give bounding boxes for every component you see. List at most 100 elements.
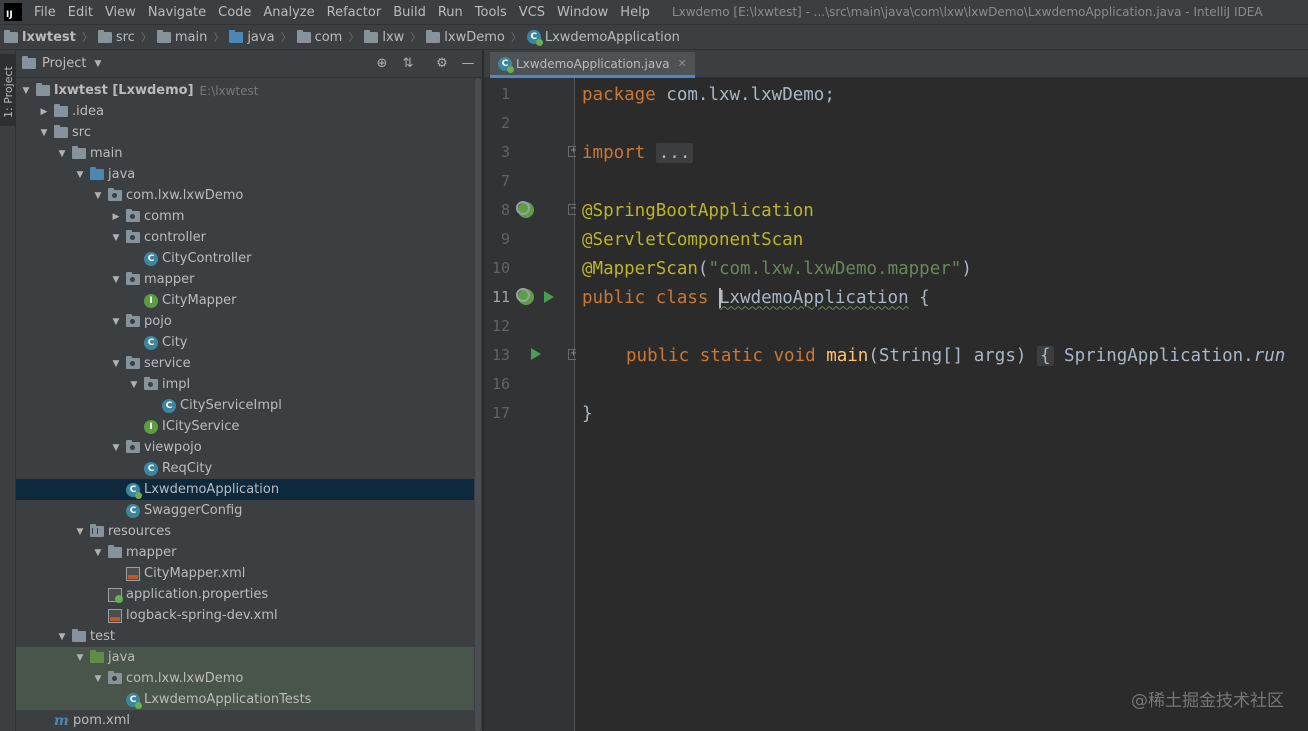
tree-node-citymapper[interactable]: I CityMapper bbox=[16, 290, 482, 311]
expand-arrow-icon[interactable]: ▼ bbox=[110, 359, 122, 369]
collapsed-arrow-icon[interactable]: ▶ bbox=[110, 212, 122, 222]
menu-navigate[interactable]: Navigate bbox=[142, 5, 212, 20]
tree-node-logback-xml[interactable]: logback-spring-dev.xml bbox=[16, 605, 482, 626]
locate-file-icon[interactable]: ⊕ bbox=[374, 55, 390, 71]
menu-vcs[interactable]: VCS bbox=[513, 5, 551, 20]
tree-node-test[interactable]: ▼ test bbox=[16, 626, 482, 647]
breadcrumb-item-lxwtest[interactable]: lxwtest bbox=[4, 29, 76, 45]
line-number: 13 bbox=[491, 346, 510, 364]
breadcrumb-item-main[interactable]: main bbox=[156, 29, 208, 45]
tree-node-resources-mapper[interactable]: ▼ mapper bbox=[16, 542, 482, 563]
menu-view[interactable]: View bbox=[99, 5, 142, 20]
folder-icon bbox=[54, 125, 68, 138]
spring-bean-icon[interactable] bbox=[516, 201, 534, 218]
expand-arrow-icon[interactable]: ▼ bbox=[38, 128, 50, 138]
tree-node-idea[interactable]: ▶ .idea bbox=[16, 101, 482, 122]
breadcrumb-item-lxwdemo[interactable]: lxwDemo bbox=[426, 29, 505, 45]
expand-arrow-icon[interactable]: ▼ bbox=[74, 527, 86, 537]
menu-edit[interactable]: Edit bbox=[62, 5, 99, 20]
project-tool-tab[interactable]: 1: Project bbox=[0, 54, 16, 126]
tree-node-citymapper-xml[interactable]: CityMapper.xml bbox=[16, 563, 482, 584]
expand-arrow-icon[interactable]: ▼ bbox=[56, 149, 68, 159]
tree-label: mapper bbox=[126, 545, 177, 560]
code-text: } bbox=[582, 403, 593, 424]
expand-arrow-icon[interactable]: ▼ bbox=[92, 548, 104, 558]
editor-tab-lxwdemoapplication[interactable]: C LxwdemoApplication.java ✕ bbox=[490, 52, 695, 78]
menu-analyze[interactable]: Analyze bbox=[257, 5, 320, 20]
expand-arrow-icon[interactable]: ▼ bbox=[74, 653, 86, 663]
menu-build[interactable]: Build bbox=[387, 5, 432, 20]
code-editor[interactable]: package com.lxw.lxwDemo; import ... @Spr… bbox=[576, 78, 1308, 731]
gear-icon[interactable]: ⚙ bbox=[434, 55, 450, 71]
expand-arrow-icon[interactable]: ▼ bbox=[56, 632, 68, 642]
tree-node-lxwdemoapplication[interactable]: C LxwdemoApplication bbox=[16, 479, 482, 500]
tree-node-icityservice[interactable]: I ICityService bbox=[16, 416, 482, 437]
scrollbar-thumb[interactable] bbox=[475, 78, 481, 731]
tree-node-pojo[interactable]: ▼ pojo bbox=[16, 311, 482, 332]
spring-bean-icon[interactable] bbox=[516, 288, 534, 305]
line-number: 12 bbox=[491, 317, 510, 335]
breadcrumb-item-lxwdemoapplication[interactable]: C LxwdemoApplication bbox=[526, 30, 680, 46]
expand-arrow-icon[interactable]: ▼ bbox=[128, 380, 140, 390]
expand-arrow-icon[interactable]: ▼ bbox=[20, 86, 32, 96]
tree-node-viewpojo[interactable]: ▼ viewpojo bbox=[16, 437, 482, 458]
tree-node-controller[interactable]: ▼ controller bbox=[16, 227, 482, 248]
tree-node-resources[interactable]: ▼ resources bbox=[16, 521, 482, 542]
tree-node-citycontroller[interactable]: C CityController bbox=[16, 248, 482, 269]
menu-refactor[interactable]: Refactor bbox=[321, 5, 388, 20]
expand-arrow-icon[interactable]: ▼ bbox=[110, 275, 122, 285]
expand-arrow-icon[interactable]: ▼ bbox=[110, 443, 122, 453]
menu-window[interactable]: Window bbox=[551, 5, 614, 20]
breadcrumb-label: main bbox=[174, 29, 208, 45]
tree-node-lxwdemoapplicationtests[interactable]: C LxwdemoApplicationTests bbox=[16, 689, 482, 710]
tree-node-comm[interactable]: ▶ comm bbox=[16, 206, 482, 227]
breadcrumb-item-com[interactable]: com bbox=[296, 29, 342, 45]
tree-node-reqcity[interactable]: C ReqCity bbox=[16, 458, 482, 479]
project-tree-scrollbar[interactable] bbox=[474, 78, 482, 731]
menu-run[interactable]: Run bbox=[432, 5, 469, 20]
tree-node-cityserviceimpl[interactable]: C CityServiceImpl bbox=[16, 395, 482, 416]
project-view-selector[interactable]: Project ▼ bbox=[22, 56, 101, 71]
chevron-right-icon: 〉 bbox=[140, 31, 152, 44]
tree-node-pom-xml[interactable]: m pom.xml bbox=[16, 710, 482, 731]
collapsed-arrow-icon[interactable]: ▶ bbox=[38, 107, 50, 117]
tree-node-application-properties[interactable]: application.properties bbox=[16, 584, 482, 605]
tree-node-impl[interactable]: ▼ impl bbox=[16, 374, 482, 395]
tree-node-src[interactable]: ▼ src bbox=[16, 122, 482, 143]
tree-node-service[interactable]: ▼ service bbox=[16, 353, 482, 374]
expand-arrow-icon[interactable]: ▼ bbox=[74, 170, 86, 180]
breadcrumb-item-lxw[interactable]: lxw bbox=[364, 29, 404, 45]
package-icon bbox=[126, 314, 140, 327]
folded-region[interactable]: ... bbox=[655, 142, 694, 163]
tree-node-lxwtest[interactable]: ▼ lxwtest [Lxwdemo] E:\lxwtest bbox=[16, 80, 482, 101]
expand-arrow-icon[interactable]: ▼ bbox=[110, 233, 122, 243]
collapse-all-icon[interactable]: ⇅ bbox=[400, 55, 416, 71]
minimize-icon[interactable]: — bbox=[460, 55, 476, 71]
class-icon: C bbox=[144, 461, 158, 476]
expand-arrow-icon[interactable]: ▼ bbox=[92, 674, 104, 684]
tree-label: logback-spring-dev.xml bbox=[126, 608, 278, 623]
tree-node-test-package[interactable]: ▼ com.lxw.lxwDemo bbox=[16, 668, 482, 689]
keyword: public static void bbox=[626, 345, 816, 366]
menu-code[interactable]: Code bbox=[212, 5, 257, 20]
run-gutter-icon[interactable] bbox=[544, 291, 554, 303]
menu-file[interactable]: File bbox=[28, 5, 62, 20]
tree-node-main[interactable]: ▼ main bbox=[16, 143, 482, 164]
breadcrumb-item-java[interactable]: java bbox=[229, 29, 275, 45]
tree-node-java[interactable]: ▼ java bbox=[16, 164, 482, 185]
close-icon[interactable]: ✕ bbox=[678, 57, 687, 70]
code-line-3: import ... bbox=[582, 138, 694, 167]
menu-tools[interactable]: Tools bbox=[469, 5, 513, 20]
breadcrumb-item-src[interactable]: src bbox=[97, 29, 135, 45]
tree-label: impl bbox=[162, 377, 191, 392]
tree-node-mapper[interactable]: ▼ mapper bbox=[16, 269, 482, 290]
tree-node-package-lxwdemo[interactable]: ▼ com.lxw.lxwDemo bbox=[16, 185, 482, 206]
menu-help[interactable]: Help bbox=[614, 5, 656, 20]
run-gutter-icon[interactable] bbox=[531, 348, 541, 360]
expand-arrow-icon[interactable]: ▼ bbox=[110, 317, 122, 327]
folded-region[interactable]: { bbox=[1036, 345, 1054, 366]
expand-arrow-icon[interactable]: ▼ bbox=[92, 191, 104, 201]
tree-node-test-java[interactable]: ▼ java bbox=[16, 647, 482, 668]
tree-node-swaggerconfig[interactable]: C SwaggerConfig bbox=[16, 500, 482, 521]
tree-node-city[interactable]: C City bbox=[16, 332, 482, 353]
